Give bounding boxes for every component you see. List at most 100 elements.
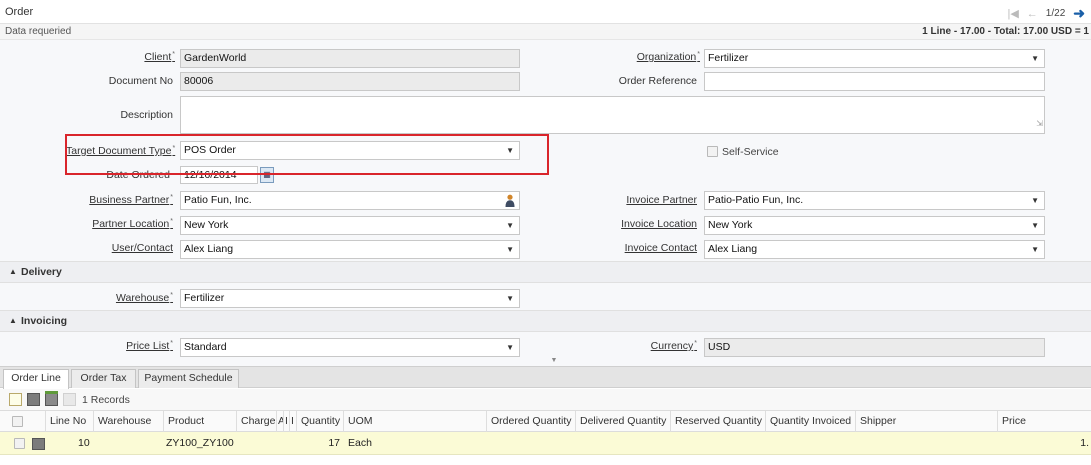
column-header-i2[interactable]: I bbox=[290, 411, 297, 432]
invoice-partner-select[interactable]: Patio-Patio Fun, Inc. ▼ bbox=[704, 191, 1045, 210]
collapse-triangle-icon[interactable]: ▲ bbox=[9, 267, 17, 276]
record-pager: 1/22 bbox=[1045, 8, 1066, 19]
user-contact-label[interactable]: User/Contact bbox=[70, 242, 173, 254]
user-contact-select[interactable]: Alex Liang ▼ bbox=[180, 240, 520, 259]
column-header-product[interactable]: Product bbox=[164, 411, 237, 432]
document-no-field[interactable]: 80006 bbox=[180, 72, 520, 91]
edit-row-icon[interactable] bbox=[32, 438, 45, 450]
description-label: Description bbox=[120, 109, 173, 121]
delivery-section-header[interactable]: ▲ Delivery bbox=[0, 261, 1091, 283]
chevron-down-icon: ▼ bbox=[1031, 196, 1039, 205]
chevron-down-icon: ▼ bbox=[1031, 245, 1039, 254]
column-header-quantity-invoiced[interactable]: Quantity Invoiced bbox=[766, 411, 856, 432]
column-header-uom[interactable]: UOM bbox=[344, 411, 487, 432]
invoice-location-select[interactable]: New York ▼ bbox=[704, 216, 1045, 235]
invoicing-section-header[interactable]: ▲ Invoicing bbox=[0, 310, 1091, 332]
status-bar: Data requeried 1 Line - 17.00 - Total: 1… bbox=[0, 24, 1091, 40]
business-partner-field[interactable]: Patio Fun, Inc. bbox=[180, 191, 520, 210]
select-all-checkbox[interactable] bbox=[12, 416, 23, 427]
row-select-checkbox[interactable] bbox=[14, 438, 25, 449]
column-header-line-no[interactable]: Line No bbox=[46, 411, 94, 432]
cell-product[interactable]: ZY100_ZY100 bbox=[166, 432, 236, 454]
column-header-charge[interactable]: Charge bbox=[237, 411, 277, 432]
organization-select[interactable]: Fertilizer ▼ bbox=[704, 49, 1045, 68]
resize-grip-icon[interactable]: ⇲ bbox=[1036, 115, 1043, 132]
tab-payment-schedule[interactable]: Payment Schedule bbox=[138, 369, 239, 388]
order-reference-field[interactable] bbox=[704, 72, 1045, 91]
record-navigator: |◀ ← 1/22 ➜ bbox=[1007, 5, 1085, 22]
next-record-icon[interactable]: ➜ bbox=[1073, 5, 1085, 22]
price-list-label[interactable]: Price List* bbox=[100, 340, 173, 352]
order-summary: 1 Line - 17.00 - Total: 17.00 USD = 1 bbox=[922, 26, 1089, 37]
grid-toolbar: 1 Records bbox=[0, 389, 1091, 410]
document-no-label: Document No bbox=[108, 75, 173, 87]
table-row[interactable]: 10 ZY100_ZY100 17 Each 1. bbox=[0, 432, 1091, 455]
column-header-delivered-quantity[interactable]: Delivered Quantity bbox=[576, 411, 671, 432]
client-field[interactable]: GardenWorld bbox=[180, 49, 520, 68]
splitter-handle-icon[interactable]: ▼ bbox=[543, 357, 565, 365]
chevron-down-icon: ▼ bbox=[506, 294, 514, 303]
partner-location-label[interactable]: Partner Location* bbox=[70, 218, 173, 230]
column-header-warehouse[interactable]: Warehouse bbox=[94, 411, 164, 432]
invoicing-section-title: Invoicing bbox=[21, 315, 68, 327]
window-title: Order bbox=[5, 6, 34, 18]
chevron-down-icon: ▼ bbox=[506, 221, 514, 230]
chevron-down-icon: ▼ bbox=[506, 245, 514, 254]
order-header-form: Client* GardenWorld Organization* Fertil… bbox=[0, 40, 1091, 366]
column-header-ordered-quantity[interactable]: Ordered Quantity bbox=[487, 411, 576, 432]
cell-price[interactable]: 1. bbox=[1040, 432, 1089, 454]
disabled-action-icon bbox=[63, 393, 76, 406]
client-label[interactable]: Client* bbox=[100, 51, 175, 63]
warehouse-label[interactable]: Warehouse* bbox=[100, 292, 173, 304]
organization-label[interactable]: Organization* bbox=[600, 51, 700, 63]
cell-quantity-invoiced[interactable] bbox=[770, 432, 850, 454]
invoice-location-label[interactable]: Invoice Location bbox=[600, 218, 697, 230]
records-count: 1 Records bbox=[82, 394, 130, 406]
invoice-contact-label[interactable]: Invoice Contact bbox=[600, 242, 697, 254]
tab-order-line[interactable]: Order Line bbox=[3, 369, 69, 389]
cell-warehouse[interactable] bbox=[98, 432, 164, 454]
chevron-down-icon: ▼ bbox=[506, 343, 514, 352]
currency-label[interactable]: Currency* bbox=[600, 340, 697, 352]
highlight-annotation bbox=[65, 134, 549, 175]
status-message: Data requeried bbox=[5, 26, 72, 37]
person-icon[interactable] bbox=[505, 194, 515, 207]
delete-record-icon[interactable] bbox=[45, 391, 58, 406]
delivery-section-title: Delivery bbox=[21, 266, 62, 278]
cell-quantity[interactable]: 17 bbox=[300, 432, 340, 454]
cell-uom[interactable]: Each bbox=[348, 432, 408, 454]
cell-delivered-quantity[interactable] bbox=[580, 432, 660, 454]
self-service-checkbox[interactable] bbox=[707, 146, 718, 157]
new-record-icon[interactable] bbox=[9, 393, 22, 406]
cell-shipper[interactable] bbox=[860, 432, 990, 454]
column-header-a[interactable]: A bbox=[277, 411, 284, 432]
collapse-triangle-icon[interactable]: ▲ bbox=[9, 316, 17, 325]
business-partner-label[interactable]: Business Partner* bbox=[70, 194, 173, 206]
warehouse-select[interactable]: Fertilizer ▼ bbox=[180, 289, 520, 308]
column-header-price[interactable]: Price bbox=[998, 411, 1091, 432]
invoice-partner-label[interactable]: Invoice Partner bbox=[600, 194, 697, 206]
select-all-column bbox=[0, 411, 46, 432]
price-list-select[interactable]: Standard ▼ bbox=[180, 338, 520, 357]
self-service-label: Self-Service bbox=[722, 146, 779, 158]
grid-header: Line No Warehouse Product Charge A I I Q… bbox=[0, 410, 1091, 432]
window-titlebar: Order |◀ ← 1/22 ➜ bbox=[0, 0, 1091, 24]
order-reference-label: Order Reference bbox=[618, 75, 697, 87]
currency-field[interactable]: USD bbox=[704, 338, 1045, 357]
tab-order-tax[interactable]: Order Tax bbox=[71, 369, 136, 388]
column-header-shipper[interactable]: Shipper bbox=[856, 411, 998, 432]
previous-record-icon[interactable]: ← bbox=[1027, 8, 1038, 20]
cell-reserved-quantity[interactable] bbox=[675, 432, 755, 454]
description-textarea[interactable]: ⇲ bbox=[180, 96, 1045, 134]
partner-location-select[interactable]: New York ▼ bbox=[180, 216, 520, 235]
first-record-icon[interactable]: |◀ bbox=[1007, 7, 1018, 20]
column-header-quantity[interactable]: Quantity bbox=[297, 411, 344, 432]
detail-tabs: Order Line Order Tax Payment Schedule bbox=[0, 366, 1091, 389]
cell-ordered-quantity[interactable] bbox=[490, 432, 570, 454]
chevron-down-icon: ▼ bbox=[1031, 221, 1039, 230]
column-header-reserved-quantity[interactable]: Reserved Quantity bbox=[671, 411, 766, 432]
edit-record-icon[interactable] bbox=[27, 393, 40, 406]
chevron-down-icon: ▼ bbox=[1031, 54, 1039, 63]
invoice-contact-select[interactable]: Alex Liang ▼ bbox=[704, 240, 1045, 259]
cell-charge[interactable] bbox=[240, 432, 276, 454]
